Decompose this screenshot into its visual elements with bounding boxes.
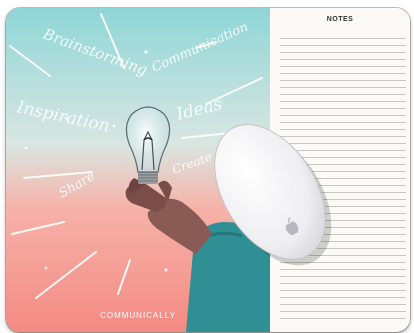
brand-label: COMMUNICALLY — [100, 311, 176, 320]
wireless-mouse — [204, 112, 336, 272]
notes-title: NOTES — [326, 16, 354, 23]
product-photo: Brainstorming Communication Inspiration … — [0, 0, 414, 333]
